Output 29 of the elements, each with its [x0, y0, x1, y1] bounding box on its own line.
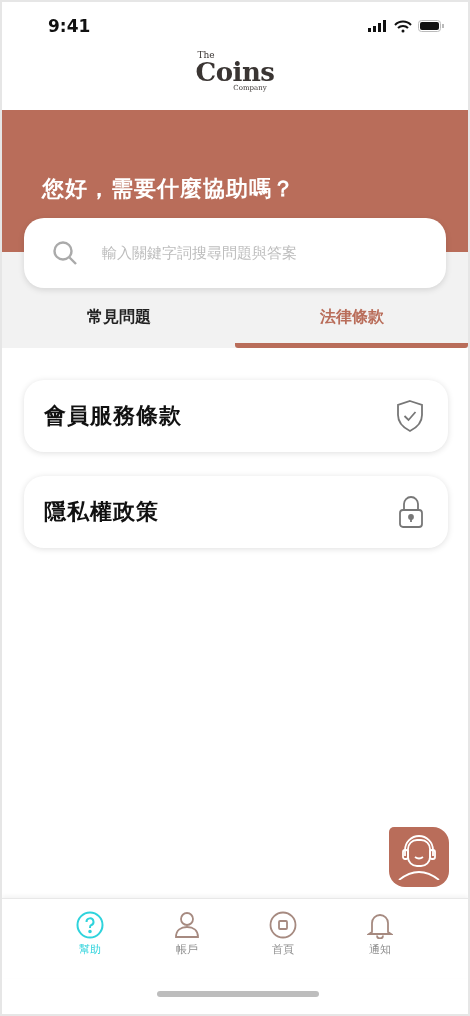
- item-label: 隱私權政策: [44, 498, 159, 526]
- tab[interactable]: 常見問題: [2, 288, 235, 348]
- nav-label: 帳戶: [175, 942, 198, 957]
- bell-icon: [366, 911, 393, 939]
- greeting-title: 您好，需要什麼協助嗎？: [42, 175, 296, 203]
- nav-item[interactable]: 帳戶: [138, 911, 235, 959]
- list-item[interactable]: 會員服務條款: [24, 380, 448, 452]
- shield-check-icon: [396, 399, 424, 433]
- wifi-icon: [394, 19, 412, 33]
- nav-label: 幫助: [79, 942, 102, 957]
- signal-icon: [368, 20, 388, 32]
- help-icon: [76, 911, 105, 939]
- search-field[interactable]: 輸入關鍵字詞搜尋問題與答案: [100, 243, 420, 263]
- status-time: 9:41: [48, 16, 91, 36]
- nav-label: 通知: [368, 942, 391, 957]
- nav-item[interactable]: 首頁: [235, 911, 332, 959]
- nav-item[interactable]: 幫助: [42, 911, 139, 959]
- home-button-icon: [269, 911, 298, 939]
- nav-label: 首頁: [272, 942, 295, 957]
- list-item[interactable]: 隱私權政策: [24, 476, 448, 548]
- tab[interactable]: 法律條款: [235, 288, 468, 348]
- item-label: 會員服務條款: [44, 402, 182, 430]
- search-icon: [52, 240, 78, 266]
- battery-icon: [418, 20, 444, 32]
- person-icon: [173, 911, 200, 939]
- headset-agent-icon: [397, 834, 441, 880]
- lock-icon: [398, 495, 424, 529]
- support-chat-button[interactable]: [389, 827, 449, 887]
- nav-item[interactable]: 通知: [331, 911, 428, 959]
